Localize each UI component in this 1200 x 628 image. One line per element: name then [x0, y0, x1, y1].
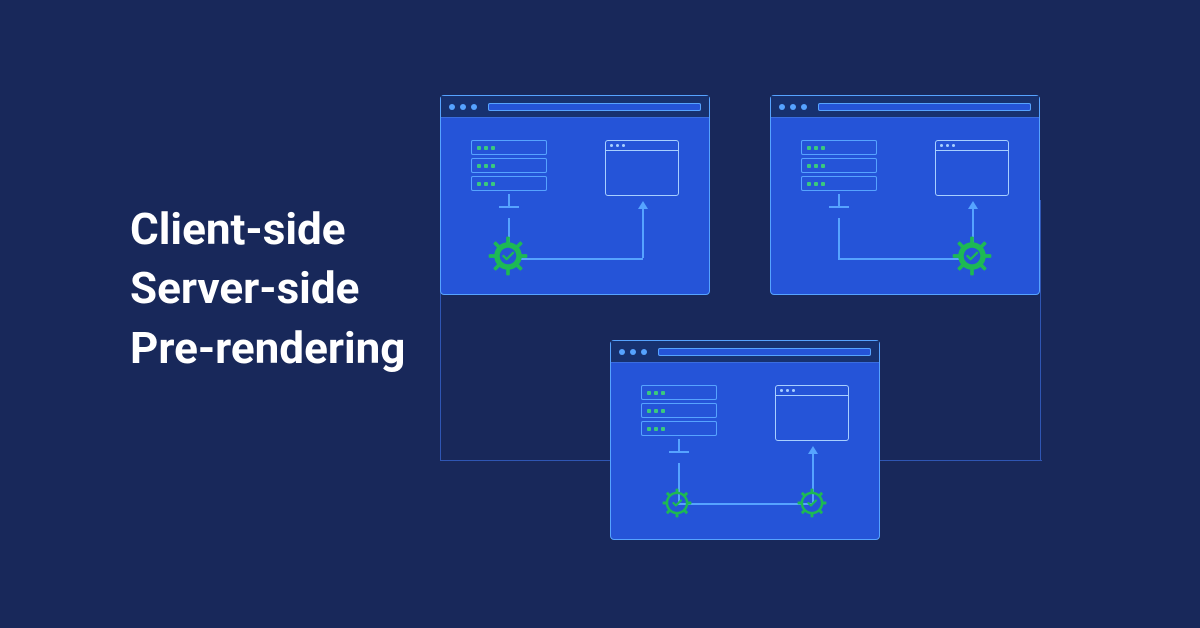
flow-line: [838, 218, 840, 258]
window-urlbar: [818, 103, 1031, 111]
browser-icon: [775, 385, 849, 441]
gear-check-icon: [949, 233, 995, 279]
window-control-dot: [779, 104, 785, 110]
server-icon: [471, 140, 547, 208]
window-control-dot: [641, 349, 647, 355]
diagram-canvas: [0, 0, 1200, 628]
window-control-dot: [801, 104, 807, 110]
gear-check-icon: [485, 233, 531, 279]
window-body: [611, 363, 879, 539]
browser-icon: [935, 140, 1009, 196]
window-urlbar: [488, 103, 701, 111]
arrow-icon: [968, 201, 978, 209]
window-titlebar: [771, 96, 1039, 118]
gear-check-icon: [794, 485, 830, 521]
window-control-dot: [471, 104, 477, 110]
window-client-side: [440, 95, 710, 295]
server-icon: [641, 385, 717, 453]
flow-line: [678, 503, 813, 505]
flow-line: [642, 208, 644, 258]
window-titlebar: [441, 96, 709, 118]
window-urlbar: [658, 348, 871, 356]
connector-line: [440, 460, 610, 461]
window-control-dot: [449, 104, 455, 110]
connector-line: [880, 460, 1042, 461]
window-server-side: [770, 95, 1040, 295]
browser-icon: [605, 140, 679, 196]
window-body: [771, 118, 1039, 294]
window-control-dot: [619, 349, 625, 355]
window-control-dot: [790, 104, 796, 110]
window-titlebar: [611, 341, 879, 363]
arrow-icon: [638, 201, 648, 209]
arrow-icon: [808, 446, 818, 454]
window-pre-rendering: [610, 340, 880, 540]
connector-line: [1040, 200, 1041, 460]
window-body: [441, 118, 709, 294]
window-control-dot: [630, 349, 636, 355]
gear-check-icon: [659, 485, 695, 521]
server-icon: [801, 140, 877, 208]
window-control-dot: [460, 104, 466, 110]
